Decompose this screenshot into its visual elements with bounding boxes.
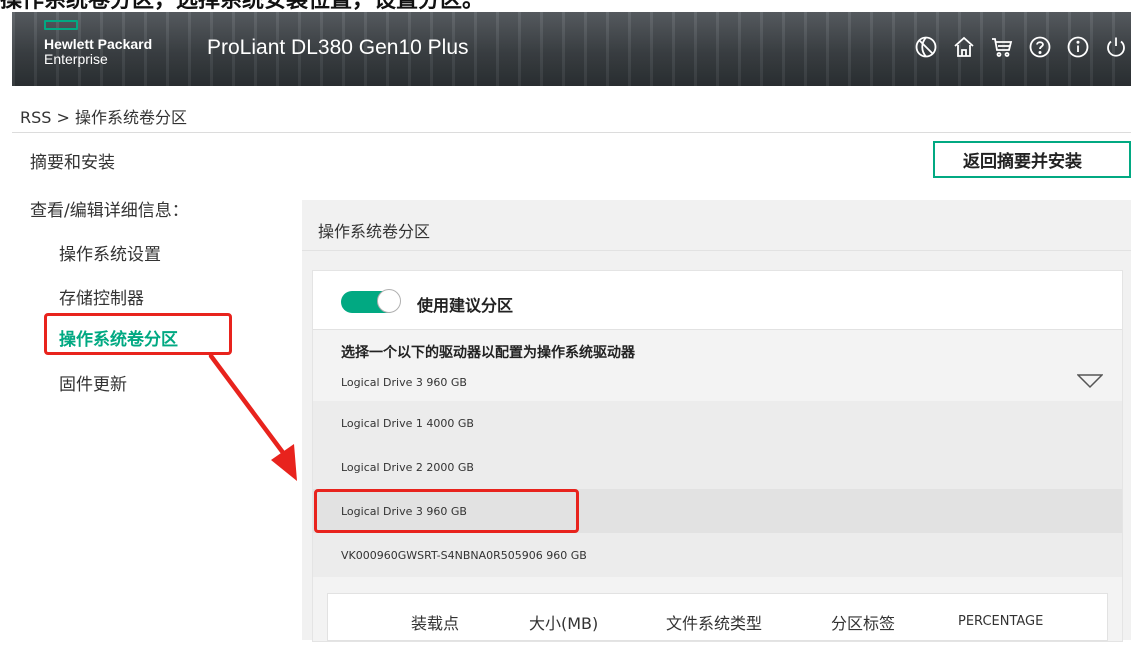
hpe-logo-icon <box>44 20 78 30</box>
logo-line-1: Hewlett Packard <box>44 36 153 52</box>
column-percentage: PERCENTAGE <box>958 614 1044 629</box>
drive-option[interactable]: Logical Drive 1 4000 GB <box>313 401 1122 445</box>
chevron-down-icon[interactable] <box>1077 373 1103 389</box>
globe-icon[interactable] <box>911 32 941 62</box>
annotation-arrow-icon <box>208 353 297 481</box>
app-header: Hewlett Packard Enterprise ProLiant DL38… <box>12 12 1131 86</box>
nav-summary-install[interactable]: 摘要和安装 <box>30 148 115 173</box>
power-icon[interactable] <box>1101 32 1131 62</box>
suggested-partition-label: 使用建议分区 <box>417 296 514 315</box>
cart-icon[interactable] <box>987 32 1017 62</box>
home-icon[interactable] <box>949 32 979 62</box>
product-title: ProLiant DL380 Gen10 Plus <box>207 36 469 59</box>
os-volume-partition-panel: 操作系统卷分区 使用建议分区 选择一个以下的驱动器以配置为操作系统驱动器 Log… <box>302 200 1131 642</box>
column-partition-label: 分区标签 <box>831 614 896 633</box>
drive-option[interactable]: Logical Drive 2 2000 GB <box>313 445 1122 489</box>
suggested-partition-row: 使用建议分区 <box>313 271 1122 330</box>
header-toolbar <box>911 32 1131 62</box>
partition-table-header: 装载点 大小(MB) 文件系统类型 分区标签 PERCENTAGE <box>327 593 1108 641</box>
column-mount-point: 装载点 <box>411 614 460 633</box>
annotation-highlight-nav <box>44 313 232 355</box>
drive-select-label: 选择一个以下的驱动器以配置为操作系统驱动器 <box>341 345 635 361</box>
drive-select-value[interactable]: Logical Drive 3 960 GB <box>341 376 467 389</box>
breadcrumb-divider <box>12 132 1131 133</box>
column-size: 大小(MB) <box>529 614 599 633</box>
logo-line-2: Enterprise <box>44 51 108 67</box>
annotation-highlight-drive <box>314 489 579 533</box>
nav-item-storage-controller[interactable]: 存储控制器 <box>59 284 144 309</box>
nav-details-header: 查看/编辑详细信息： <box>30 201 189 221</box>
info-icon[interactable] <box>1063 32 1093 62</box>
column-filesystem-type: 文件系统类型 <box>666 614 763 633</box>
toggle-knob <box>377 289 401 313</box>
instruction-caption: 操作系统卷分区，选择系统安装位置，设置分区。 <box>0 0 1131 12</box>
partition-card: 使用建议分区 选择一个以下的驱动器以配置为操作系统驱动器 Logical Dri… <box>312 270 1123 642</box>
return-to-summary-button[interactable]: 返回摘要并安装 <box>933 141 1131 178</box>
hpe-logo-text: Hewlett Packard Enterprise <box>44 37 152 67</box>
help-icon[interactable] <box>1025 32 1055 62</box>
suggested-partition-toggle[interactable] <box>341 289 401 313</box>
nav-item-firmware-update[interactable]: 固件更新 <box>59 370 127 395</box>
panel-divider <box>302 250 1131 251</box>
panel-title: 操作系统卷分区 <box>318 222 431 241</box>
drive-option[interactable]: VK000960GWSRT-S4NBNA0R505906 960 GB <box>313 533 1122 577</box>
breadcrumb[interactable]: RSS > 操作系统卷分区 <box>20 104 187 128</box>
nav-item-os-settings[interactable]: 操作系统设置 <box>59 240 161 265</box>
